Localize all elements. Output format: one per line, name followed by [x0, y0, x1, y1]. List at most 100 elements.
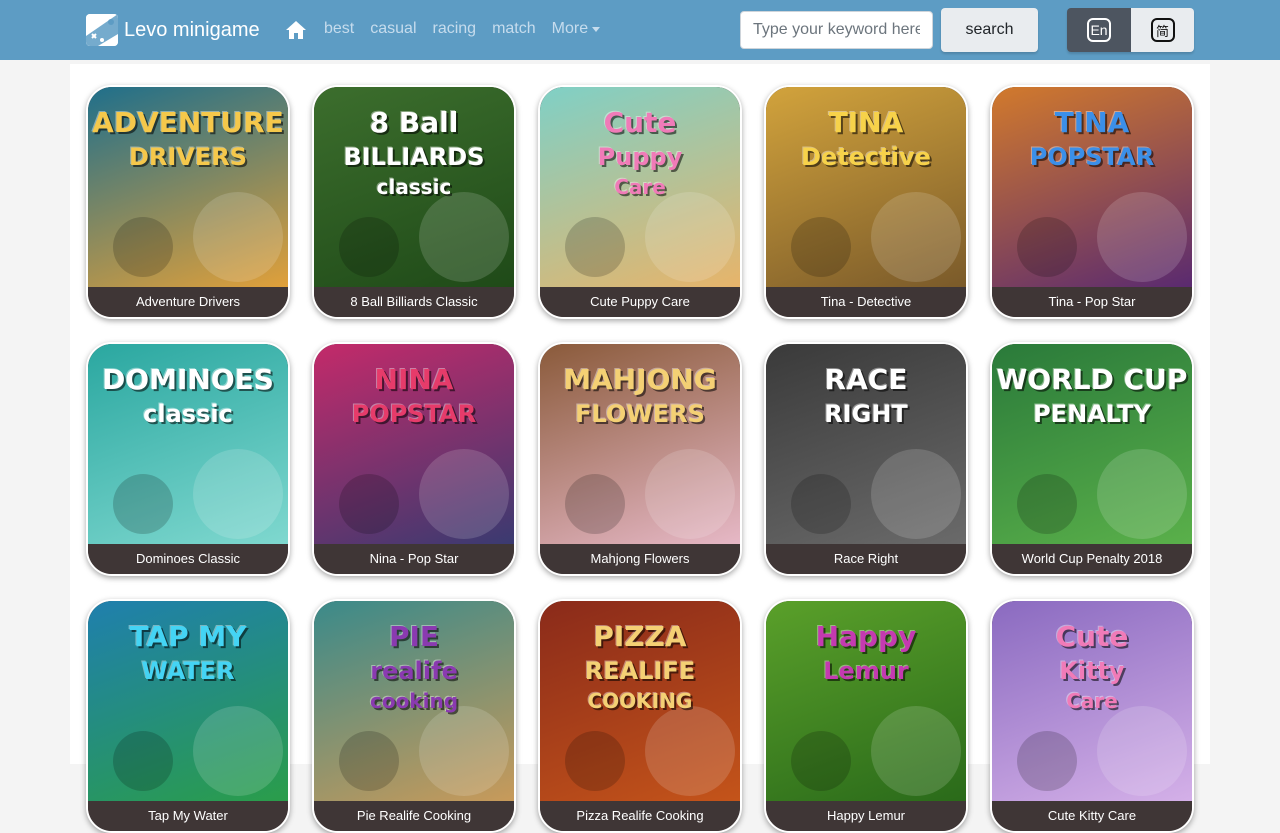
game-title: Race Right: [766, 544, 966, 574]
game-card[interactable]: TINA Detective Tina - Detective: [764, 85, 968, 319]
thumbnail-title-text: Happy: [815, 620, 917, 653]
game-title: Tina - Detective: [766, 287, 966, 317]
thumbnail-title-text: DOMINOES: [102, 363, 274, 396]
game-card[interactable]: NINA POPSTAR Nina - Pop Star: [312, 342, 516, 576]
game-title: Tap My Water: [88, 801, 288, 831]
thumbnail-title-text: COOKING: [587, 689, 693, 713]
thumbnail-title-text: WATER: [141, 657, 235, 685]
game-card[interactable]: DOMINOES classic Dominoes Classic: [86, 342, 290, 576]
game-title: Cute Kitty Care: [992, 801, 1192, 831]
game-card[interactable]: TAP MY WATER Tap My Water: [86, 599, 290, 833]
game-thumbnail: WORLD CUP PENALTY: [992, 344, 1192, 544]
game-thumbnail: ADVENTURE DRIVERS: [88, 87, 288, 287]
thumbnail-title-text: Care: [614, 175, 666, 199]
game-thumbnail: MAHJONG FLOWERS: [540, 344, 740, 544]
game-card[interactable]: ADVENTURE DRIVERS Adventure Drivers: [86, 85, 290, 319]
game-card[interactable]: WORLD CUP PENALTY World Cup Penalty 2018: [990, 342, 1194, 576]
nav-links: best casual racing match More: [316, 20, 601, 38]
thumbnail-title-text: POPSTAR: [1029, 143, 1155, 171]
thumbnail-title-text: realife: [370, 657, 458, 685]
caret-down-icon: [592, 26, 601, 32]
brand-title: Levo minigame: [124, 18, 260, 41]
search-button[interactable]: search: [941, 8, 1038, 52]
game-thumbnail: PIE realife cooking: [314, 601, 514, 801]
game-title: Dominoes Classic: [88, 544, 288, 574]
game-thumbnail: TINA Detective: [766, 87, 966, 287]
game-title: Happy Lemur: [766, 801, 966, 831]
thumbnail-title-text: DRIVERS: [128, 143, 248, 171]
game-card[interactable]: 8 Ball BILLIARDS classic 8 Ball Billiards C…: [312, 85, 516, 319]
game-card[interactable]: TINA POPSTAR Tina - Pop Star: [990, 85, 1194, 319]
game-card[interactable]: Cute Puppy Care Cute Puppy Care: [538, 85, 742, 319]
thumbnail-title-text: classic: [143, 400, 233, 428]
nav-link-racing[interactable]: racing: [433, 20, 477, 38]
language-switcher: En 简: [1067, 8, 1194, 52]
thumbnail-title-text: TINA: [1054, 106, 1130, 139]
game-thumbnail: TINA POPSTAR: [992, 87, 1192, 287]
thumbnail-title-text: WORLD CUP: [996, 363, 1188, 396]
thumbnail-title-text: PIE: [388, 620, 440, 653]
chinese-icon: 简: [1150, 18, 1175, 42]
thumbnail-title-text: TAP MY: [129, 620, 247, 653]
game-card[interactable]: RACE RIGHT Race Right: [764, 342, 968, 576]
thumbnail-title-text: Puppy: [597, 143, 683, 171]
thumbnail-title-text: PENALTY: [1033, 400, 1151, 428]
nav-link-match[interactable]: match: [492, 20, 536, 38]
game-title: Tina - Pop Star: [992, 287, 1192, 317]
nav-link-best[interactable]: best: [324, 20, 354, 38]
more-label: More: [551, 20, 589, 37]
thumbnail-title-text: Lemur: [823, 657, 909, 685]
thumbnail-title-text: RACE: [824, 363, 908, 396]
game-title: Cute Puppy Care: [540, 287, 740, 317]
thumbnail-title-text: classic: [376, 175, 452, 199]
game-thumbnail: Happy Lemur: [766, 601, 966, 801]
game-title: Pie Realife Cooking: [314, 801, 514, 831]
game-grid: ADVENTURE DRIVERS Adventure Drivers 8 Ball B…: [70, 64, 1210, 833]
thumbnail-title-text: TINA: [828, 106, 904, 139]
game-title: Nina - Pop Star: [314, 544, 514, 574]
game-thumbnail: Cute Kitty Care: [992, 601, 1192, 801]
lang-en-button[interactable]: En: [1067, 8, 1131, 52]
thumbnail-title-text: Cute: [603, 106, 677, 139]
thumbnail-title-text: FLOWERS: [575, 400, 705, 428]
game-thumbnail: TAP MY WATER: [88, 601, 288, 801]
home-icon[interactable]: [285, 19, 307, 41]
game-thumbnail: PIZZA REALIFE COOKING: [540, 601, 740, 801]
game-thumbnail: RACE RIGHT: [766, 344, 966, 544]
nav-link-casual[interactable]: casual: [370, 20, 416, 38]
game-card[interactable]: Cute Kitty Care Cute Kitty Care: [990, 599, 1194, 833]
game-card[interactable]: PIE realife cooking Pie Realife Cooking: [312, 599, 516, 833]
game-title: Adventure Drivers: [88, 287, 288, 317]
thumbnail-title-text: Cute: [1055, 620, 1129, 653]
thumbnail-title-text: cooking: [369, 689, 459, 713]
thumbnail-title-text: REALIFE: [584, 657, 696, 685]
thumbnail-title-text: BILLIARDS: [343, 143, 485, 171]
game-card[interactable]: PIZZA REALIFE COOKING Pizza Realife Cooking: [538, 599, 742, 833]
search-input[interactable]: [740, 11, 933, 49]
game-card[interactable]: MAHJONG FLOWERS Mahjong Flowers: [538, 342, 742, 576]
thumbnail-title-text: MAHJONG: [563, 363, 717, 396]
gamepad-logo-icon: [86, 14, 118, 46]
game-thumbnail: DOMINOES classic: [88, 344, 288, 544]
thumbnail-title-text: 8 Ball: [369, 106, 459, 139]
thumbnail-title-text: Kitty: [1059, 657, 1125, 685]
game-thumbnail: Cute Puppy Care: [540, 87, 740, 287]
game-thumbnail: 8 Ball BILLIARDS classic: [314, 87, 514, 287]
game-title: Pizza Realife Cooking: [540, 801, 740, 831]
thumbnail-title-text: NINA: [374, 363, 454, 396]
thumbnail-title-text: Detective: [801, 143, 931, 171]
lang-zh-button[interactable]: 简: [1131, 8, 1194, 52]
game-card[interactable]: Happy Lemur Happy Lemur: [764, 599, 968, 833]
game-title: Mahjong Flowers: [540, 544, 740, 574]
english-icon: En: [1087, 18, 1111, 42]
top-navbar: Levo minigame best casual racing match M…: [0, 0, 1280, 60]
brand-link[interactable]: Levo minigame: [86, 14, 260, 46]
game-thumbnail: NINA POPSTAR: [314, 344, 514, 544]
game-title: World Cup Penalty 2018: [992, 544, 1192, 574]
thumbnail-title-text: Care: [1066, 689, 1118, 713]
thumbnail-title-text: RIGHT: [824, 400, 908, 428]
more-dropdown[interactable]: More: [551, 20, 601, 38]
thumbnail-title-text: ADVENTURE: [92, 106, 284, 139]
game-title: 8 Ball Billiards Classic: [314, 287, 514, 317]
thumbnail-title-text: PIZZA: [593, 620, 687, 653]
